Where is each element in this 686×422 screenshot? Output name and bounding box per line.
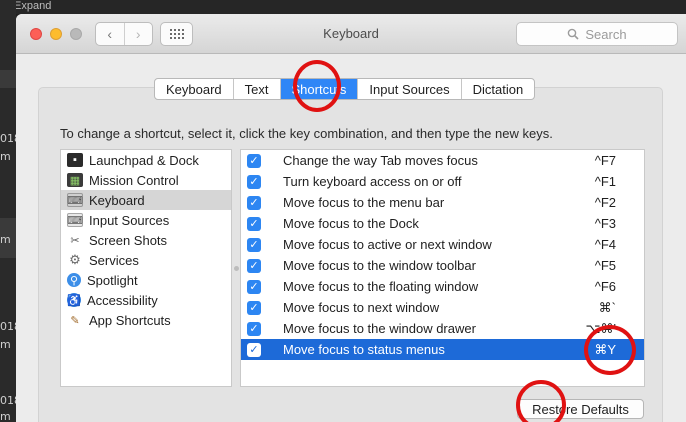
- category-label: Services: [89, 252, 139, 268]
- shortcut-row[interactable]: ✓ Turn keyboard access on or off ^F1: [241, 171, 644, 192]
- shortcut-row[interactable]: ✓ Move focus to the window toolbar ^F5: [241, 255, 644, 276]
- checkbox[interactable]: ✓: [247, 300, 261, 315]
- tab-dictation[interactable]: Dictation: [462, 79, 535, 99]
- category-label: Mission Control: [89, 172, 179, 188]
- shortcut-row[interactable]: ✓ Move focus to next window ⌘`: [241, 297, 644, 318]
- category-item-screen-shots[interactable]: ✂ Screen Shots: [61, 230, 231, 250]
- shortcut-label: Change the way Tab moves focus: [283, 153, 478, 168]
- category-item-services[interactable]: ⚙ Services: [61, 250, 231, 270]
- background-text: m: [0, 150, 11, 163]
- title-bar: ‹ › Keyboard Search: [16, 14, 686, 54]
- shortcut-key[interactable]: ^F2: [595, 195, 616, 210]
- shortcut-label: Move focus to the window toolbar: [283, 258, 476, 273]
- shortcut-label: Move focus to the menu bar: [283, 195, 445, 210]
- shortcut-label: Turn keyboard access on or off: [283, 174, 462, 189]
- category-label: Keyboard: [89, 192, 145, 208]
- checkbox[interactable]: ✓: [247, 216, 261, 231]
- shortcut-key[interactable]: ^F7: [595, 153, 616, 168]
- input-sources-icon: ⌨: [67, 213, 83, 227]
- background-text: m: [0, 410, 11, 422]
- app-shortcuts-icon: ✎: [70, 314, 80, 327]
- shortcut-label: Move focus to the floating window: [283, 279, 479, 294]
- tab-bar: Keyboard Text Shortcuts Input Sources Di…: [154, 78, 536, 100]
- checkbox[interactable]: ✓: [247, 321, 261, 336]
- category-label: App Shortcuts: [89, 312, 171, 328]
- annotation-circle-shortcuts-tab: [293, 60, 341, 112]
- shortcut-label: Move focus to next window: [283, 300, 440, 315]
- shortcut-label: Move focus to status menus: [283, 342, 445, 357]
- shortcut-label: Move focus to active or next window: [283, 237, 492, 252]
- shortcut-row[interactable]: ✓ Move focus to active or next window ^F…: [241, 234, 644, 255]
- category-label: Accessibility: [87, 292, 158, 308]
- background-thumbnail: [0, 70, 16, 88]
- checkbox[interactable]: ✓: [247, 153, 261, 168]
- checkbox[interactable]: ✓: [247, 342, 261, 357]
- checkbox[interactable]: ✓: [247, 174, 261, 189]
- shortcut-key[interactable]: ^F5: [595, 258, 616, 273]
- shortcut-key[interactable]: ^F1: [595, 174, 616, 189]
- shortcut-row[interactable]: ✓ Move focus to the window drawer ⌥⌘': [241, 318, 644, 339]
- tab-input-sources[interactable]: Input Sources: [358, 79, 462, 99]
- keyboard-icon: ⌨: [67, 193, 83, 207]
- annotation-circle-restore-defaults: [516, 380, 566, 422]
- category-label: Screen Shots: [89, 232, 168, 248]
- background-expand-label: Expand: [14, 0, 52, 12]
- category-item-app-shortcuts[interactable]: ✎ App Shortcuts: [61, 310, 231, 330]
- category-item-accessibility[interactable]: ♿ Accessibility: [61, 290, 231, 310]
- category-item-launchpad-dock[interactable]: ▪ Launchpad & Dock: [61, 150, 231, 170]
- spotlight-icon: ⚲: [67, 273, 81, 287]
- category-label: Spotlight: [87, 272, 138, 288]
- tab-keyboard[interactable]: Keyboard: [155, 79, 234, 99]
- shortcut-label: Move focus to the window drawer: [283, 321, 476, 336]
- screen-shots-icon: ✂: [70, 234, 80, 247]
- mission-control-icon: ▦: [67, 173, 83, 187]
- shortcut-label: Move focus to the Dock: [283, 216, 419, 231]
- shortcut-row[interactable]: ✓ Move focus to the floating window ^F6: [241, 276, 644, 297]
- shortcut-key[interactable]: ^F3: [595, 216, 616, 231]
- background-app-bar: Expand: [0, 0, 686, 14]
- instructions-text: To change a shortcut, select it, click t…: [60, 126, 553, 141]
- checkbox[interactable]: ✓: [247, 258, 261, 273]
- category-item-mission-control[interactable]: ▦ Mission Control: [61, 170, 231, 190]
- keyboard-preferences-window: ‹ › Keyboard Search Keyboard Text Shortc: [16, 14, 686, 422]
- shortcut-key[interactable]: ⌘`: [599, 300, 616, 316]
- search-icon: [568, 28, 579, 40]
- category-label: Input Sources: [89, 212, 170, 228]
- search-placeholder: Search: [585, 26, 627, 42]
- accessibility-icon: ♿: [67, 293, 81, 307]
- background-text: m: [0, 233, 11, 246]
- category-item-keyboard[interactable]: ⌨ Keyboard: [61, 190, 231, 210]
- category-label: Launchpad & Dock: [89, 152, 199, 168]
- background-app-strip: [0, 0, 16, 422]
- category-item-input-sources[interactable]: ⌨ Input Sources: [61, 210, 231, 230]
- category-item-spotlight[interactable]: ⚲ Spotlight: [61, 270, 231, 290]
- split-view-handle[interactable]: [232, 264, 240, 272]
- shortcut-row[interactable]: ✓ Change the way Tab moves focus ^F7: [241, 150, 644, 171]
- checkbox[interactable]: ✓: [247, 237, 261, 252]
- category-list: ▪ Launchpad & Dock ▦ Mission Control ⌨ K…: [60, 149, 232, 387]
- services-icon: ⚙: [69, 252, 81, 267]
- background-text: m: [0, 338, 11, 351]
- shortcut-key[interactable]: ^F6: [595, 279, 616, 294]
- search-field[interactable]: Search: [516, 22, 678, 46]
- checkbox[interactable]: ✓: [247, 195, 261, 210]
- tab-text[interactable]: Text: [234, 79, 281, 99]
- shortcut-row[interactable]: ✓ Move focus to the Dock ^F3: [241, 213, 644, 234]
- shortcut-row[interactable]: ✓ Move focus to the menu bar ^F2: [241, 192, 644, 213]
- annotation-circle-shortcut-key: [584, 325, 636, 375]
- checkbox[interactable]: ✓: [247, 279, 261, 294]
- shortcut-key[interactable]: ^F4: [595, 237, 616, 252]
- launchpad-icon: ▪: [67, 153, 83, 167]
